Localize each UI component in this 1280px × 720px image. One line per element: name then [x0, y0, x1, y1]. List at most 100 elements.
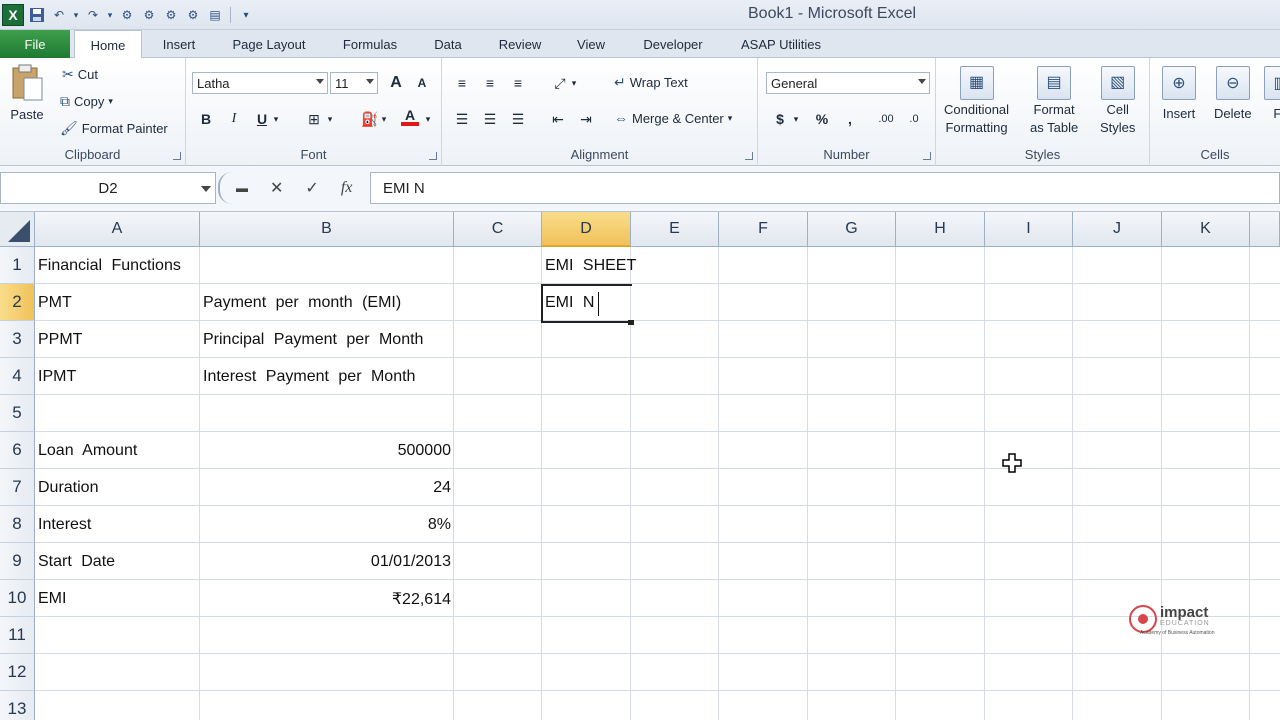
decrease-decimal-icon[interactable]: .0 — [902, 108, 926, 130]
tab-insert[interactable]: Insert — [152, 30, 206, 58]
row-header-5[interactable]: 5 — [0, 395, 35, 432]
row-header-6[interactable]: 6 — [0, 432, 35, 469]
tab-view[interactable]: View — [568, 30, 614, 58]
cell-b4[interactable]: Interest Payment per Month — [200, 358, 454, 395]
row-header-11[interactable]: 11 — [0, 617, 35, 654]
paste-button[interactable]: Paste — [10, 64, 44, 122]
increase-decimal-icon[interactable]: .00 — [874, 108, 898, 130]
enter-icon[interactable]: ✓ — [305, 178, 318, 198]
row-header-4[interactable]: 4 — [0, 358, 35, 395]
underline-dropdown[interactable]: ▾ — [270, 108, 282, 130]
cell-a4[interactable]: IPMT — [35, 358, 200, 395]
align-middle-icon[interactable]: ≡ — [478, 72, 502, 94]
cell-a10[interactable]: EMI — [35, 580, 200, 617]
customize-qat-icon[interactable]: ▾ — [237, 6, 255, 24]
macro-icon-3[interactable]: ⚙ — [162, 6, 180, 24]
row-header-10[interactable]: 10 — [0, 580, 35, 617]
font-name-select[interactable]: Latha — [192, 72, 328, 94]
cell-a6[interactable]: Loan Amount — [35, 432, 200, 469]
decrease-indent-icon[interactable]: ⇤ — [546, 108, 570, 130]
cell-d1[interactable]: EMI SHEET — [542, 247, 718, 284]
column-header-h[interactable]: H — [896, 212, 985, 247]
name-box[interactable]: D2 — [0, 172, 216, 204]
tab-developer[interactable]: Developer — [632, 30, 714, 58]
column-header-k[interactable]: K — [1162, 212, 1250, 247]
excel-logo-icon[interactable]: X — [2, 4, 24, 26]
undo-dropdown-icon[interactable]: ▾ — [72, 6, 80, 24]
form-icon[interactable]: ▤ — [206, 6, 224, 24]
font-size-select[interactable]: 11 — [330, 72, 378, 94]
cell-a9[interactable]: Start Date — [35, 543, 200, 580]
undo-icon[interactable]: ↶ — [50, 6, 68, 24]
cell-a1[interactable]: Financial Functions — [35, 247, 200, 284]
column-header-i[interactable]: I — [985, 212, 1073, 247]
bold-button[interactable]: B — [194, 108, 218, 130]
row-header-8[interactable]: 8 — [0, 506, 35, 543]
insert-cells-button[interactable]: ⊕ Insert — [1162, 66, 1196, 121]
cell-a7[interactable]: Duration — [35, 469, 200, 506]
tab-data[interactable]: Data — [424, 30, 472, 58]
conditional-formatting-button[interactable]: ▦ Conditional Formatting — [944, 66, 1009, 136]
macro-icon-4[interactable]: ⚙ — [184, 6, 202, 24]
redo-icon[interactable]: ↷ — [84, 6, 102, 24]
clipboard-dialog-launcher[interactable] — [173, 152, 181, 160]
redo-dropdown-icon[interactable]: ▾ — [106, 6, 114, 24]
number-format-select[interactable]: General — [766, 72, 930, 94]
cut-button[interactable]: ✂ Cut — [62, 66, 98, 83]
expand-handle-icon[interactable]: ▬ — [236, 181, 248, 195]
row-header-1[interactable]: 1 — [0, 247, 35, 284]
spreadsheet-grid[interactable]: A B C D E F G H I J K 1 2 3 4 5 6 7 8 9 … — [0, 212, 1280, 720]
borders-dropdown[interactable]: ▾ — [324, 108, 336, 130]
column-header-c[interactable]: C — [454, 212, 542, 247]
font-color-button[interactable]: A — [398, 106, 422, 128]
row-header-13[interactable]: 13 — [0, 691, 35, 720]
number-dialog-launcher[interactable] — [923, 152, 931, 160]
align-left-icon[interactable]: ☰ — [450, 108, 474, 130]
tab-asap-utilities[interactable]: ASAP Utilities — [730, 30, 832, 58]
cell-a2[interactable]: PMT — [35, 284, 200, 321]
column-header-g[interactable]: G — [808, 212, 896, 247]
align-bottom-icon[interactable]: ≡ — [506, 72, 530, 94]
align-top-icon[interactable]: ≡ — [450, 72, 474, 94]
save-icon[interactable] — [28, 6, 46, 24]
cell-b2[interactable]: Payment per month (EMI) — [200, 284, 454, 321]
column-header-d[interactable]: D — [542, 212, 631, 247]
fill-handle[interactable] — [628, 320, 634, 325]
cell-a3[interactable]: PPMT — [35, 321, 200, 358]
currency-dropdown[interactable]: ▾ — [790, 108, 802, 130]
grow-font-button[interactable]: A — [384, 72, 408, 94]
currency-button[interactable]: $ — [768, 108, 792, 130]
cell-b10[interactable]: ₹22,614 — [200, 580, 454, 617]
increase-indent-icon[interactable]: ⇥ — [574, 108, 598, 130]
alignment-dialog-launcher[interactable] — [745, 152, 753, 160]
cancel-icon[interactable]: ✕ — [270, 178, 283, 198]
shrink-font-button[interactable]: A — [410, 72, 434, 94]
macro-icon-2[interactable]: ⚙ — [140, 6, 158, 24]
align-right-icon[interactable]: ☰ — [506, 108, 530, 130]
format-cells-button[interactable]: ▥ Fo — [1264, 66, 1280, 121]
delete-cells-button[interactable]: ⊖ Delete — [1214, 66, 1252, 121]
comma-button[interactable]: , — [838, 108, 862, 130]
copy-button[interactable]: ⧉ Copy ▾ — [60, 93, 113, 110]
tab-formulas[interactable]: Formulas — [333, 30, 407, 58]
select-all-button[interactable] — [0, 212, 35, 247]
cell-a8[interactable]: Interest — [35, 506, 200, 543]
formula-input[interactable]: EMI N — [370, 172, 1280, 204]
column-header-f[interactable]: F — [719, 212, 808, 247]
row-header-3[interactable]: 3 — [0, 321, 35, 358]
tab-home[interactable]: Home — [74, 30, 142, 59]
format-painter-button[interactable]: 🖌 Format Painter — [60, 120, 168, 137]
cell-b7[interactable]: 24 — [200, 469, 454, 506]
font-dialog-launcher[interactable] — [429, 152, 437, 160]
column-header-a[interactable]: A — [35, 212, 200, 247]
cell-styles-button[interactable]: ▧ Cell Styles — [1100, 66, 1135, 136]
borders-button[interactable]: ⊞ — [302, 108, 326, 130]
tab-review[interactable]: Review — [488, 30, 552, 58]
cell-b3[interactable]: Principal Payment per Month — [200, 321, 454, 358]
cell-b6[interactable]: 500000 — [200, 432, 454, 469]
wrap-text-button[interactable]: ↵ Wrap Text — [614, 74, 688, 91]
column-header-l[interactable] — [1250, 212, 1280, 247]
row-header-2[interactable]: 2 — [0, 284, 35, 321]
merge-center-button[interactable]: ⇔ Merge & Center ▾ — [614, 110, 732, 126]
row-header-12[interactable]: 12 — [0, 654, 35, 691]
